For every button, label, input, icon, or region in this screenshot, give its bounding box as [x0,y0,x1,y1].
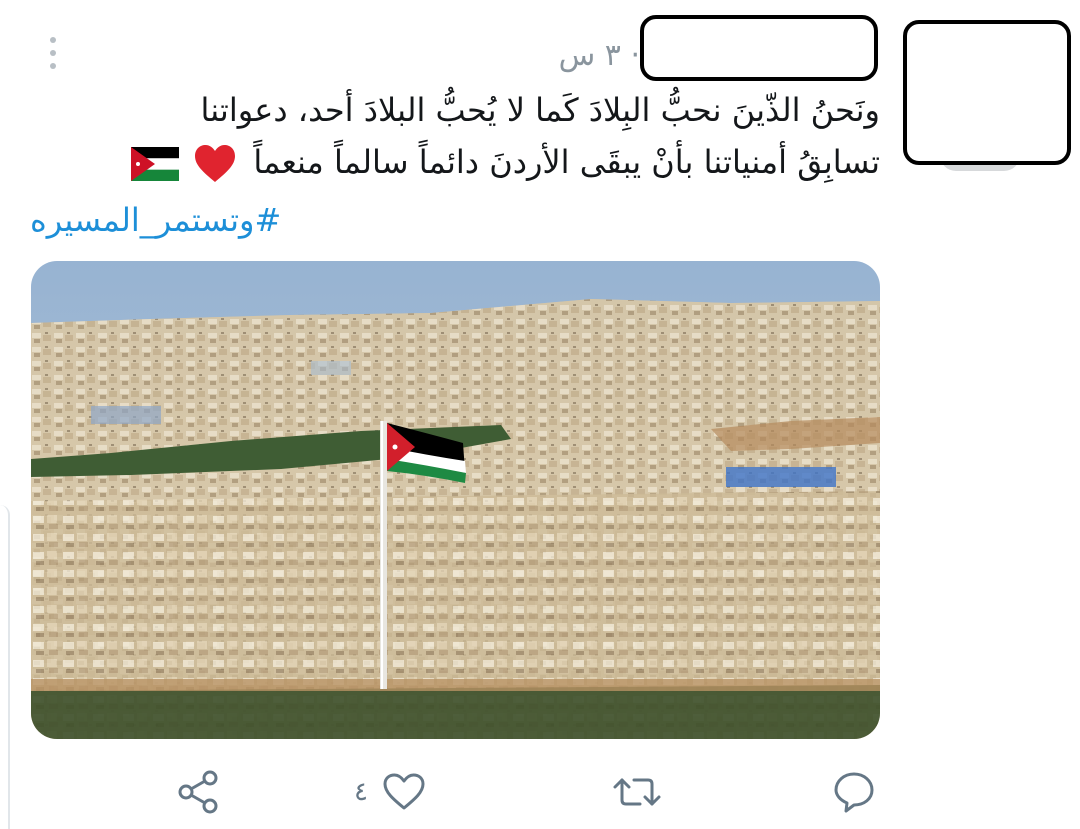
tweet-timestamp: · ٣ س [540,38,640,78]
tweet-text-line: تسابِقُ أمنياتنا بأنْ يبقَى الأردنَ دائم… [253,143,880,181]
time-label: ٣ س [558,38,621,73]
tweet-actions-bar: ٤ [0,760,1080,824]
author-name-redacted[interactable] [640,15,878,81]
tweet-text: ونَحنُ الذّينَ نحبُّ البِلادَ كَما لا يُ… [80,84,880,188]
like-icon [383,773,425,810]
like-button[interactable]: ٤ [354,770,426,814]
jordan-flag-icon [130,147,179,181]
tweet-text-line: ونَحنُ الذّينَ نحبُّ البِلادَ كَما لا يُ… [200,91,880,129]
more-dot-icon [50,37,56,43]
share-icon [178,770,218,814]
more-options-button[interactable] [40,32,66,74]
more-dot-icon [50,63,56,69]
amman-flag-photo [31,261,880,739]
reply-icon [834,772,874,813]
reply-button[interactable] [832,770,876,814]
retweet-button[interactable] [612,770,662,814]
share-button[interactable] [176,770,222,814]
red-heart-icon [195,145,236,182]
tweet-screen: · ٣ س ونَحنُ الذّينَ نحبُّ البِلادَ كَما… [0,0,1080,829]
time-dot: · [630,38,640,73]
hashtag-link[interactable]: #وتستمر_المسيره [30,196,430,244]
tweet-image[interactable] [31,261,880,739]
retweet-icon [613,778,661,806]
like-count: ٤ [354,777,368,807]
tweet-text-line-2: تسابِقُ أمنياتنا بأنْ يبقَى الأردنَ دائم… [80,136,880,188]
more-dot-icon [50,50,56,56]
avatar-redacted[interactable] [903,20,1071,165]
